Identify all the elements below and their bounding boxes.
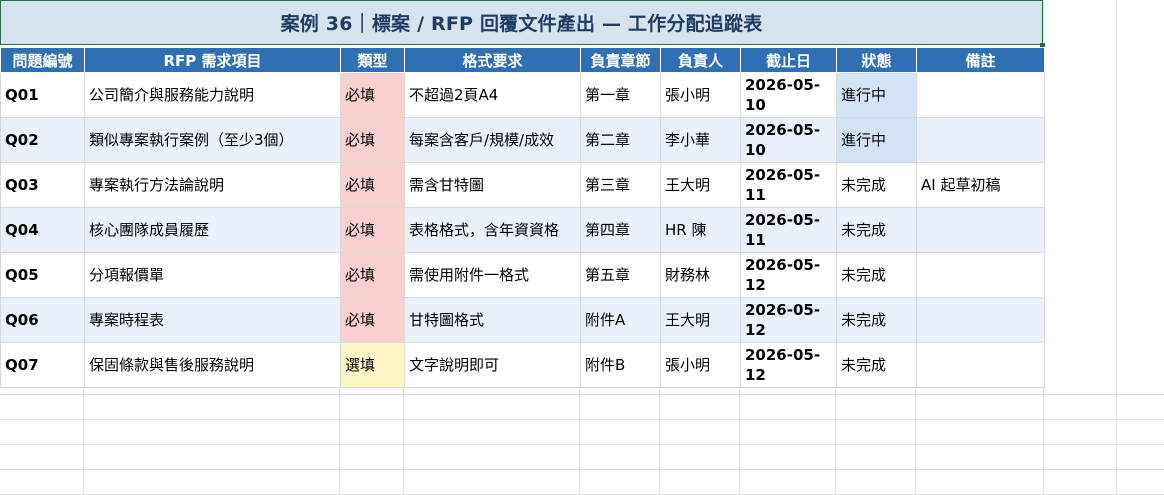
cell-format[interactable]: 每案含客戶/規模/成效 — [404, 117, 581, 163]
table-row: Q03 專案執行方法論說明 必填 需含甘特圖 第三章 王大明 2026-05-1… — [0, 162, 1045, 208]
cell-status[interactable]: 未完成 — [836, 252, 917, 298]
cell-id[interactable]: Q05 — [0, 252, 85, 298]
cell-type[interactable]: 必填 — [340, 162, 405, 208]
grid-line — [0, 444, 1164, 445]
cell-type[interactable]: 必填 — [340, 117, 405, 163]
cell-item[interactable]: 專案時程表 — [84, 297, 341, 343]
table-row: Q06 專案時程表 必填 甘特圖格式 附件A 王大明 2026-05-12 未完… — [0, 297, 1045, 343]
cell-item[interactable]: 保固條款與售後服務說明 — [84, 342, 341, 388]
cell-due[interactable]: 2026-05-10 — [740, 117, 837, 163]
cell-format[interactable]: 需含甘特圖 — [404, 162, 581, 208]
cell-type[interactable]: 選填 — [340, 342, 405, 388]
header-due[interactable]: 截止日 — [740, 47, 837, 73]
cell-chapter[interactable]: 附件B — [580, 342, 661, 388]
cell-owner[interactable]: 李小華 — [660, 117, 741, 163]
grid-line — [1116, 0, 1117, 495]
cell-id[interactable]: Q06 — [0, 297, 85, 343]
header-note[interactable]: 備註 — [916, 47, 1045, 73]
cell-status[interactable]: 進行中 — [836, 72, 917, 118]
grid-line — [0, 419, 1164, 420]
cell-format[interactable]: 表格格式，含年資資格 — [404, 207, 581, 253]
table-row: Q04 核心團隊成員履歷 必填 表格格式，含年資資格 第四章 HR 陳 2026… — [0, 207, 1045, 253]
cell-item[interactable]: 類似專案執行案例（至少3個） — [84, 117, 341, 163]
cell-note[interactable] — [916, 252, 1045, 298]
cell-chapter[interactable]: 附件A — [580, 297, 661, 343]
cell-item[interactable]: 分項報價單 — [84, 252, 341, 298]
table-row: Q05 分項報價單 必填 需使用附件一格式 第五章 財務林 2026-05-12… — [0, 252, 1045, 298]
cell-due[interactable]: 2026-05-10 — [740, 72, 837, 118]
cell-note[interactable] — [916, 207, 1045, 253]
cell-note[interactable] — [916, 72, 1045, 118]
cell-chapter[interactable]: 第三章 — [580, 162, 661, 208]
cell-type[interactable]: 必填 — [340, 207, 405, 253]
cell-type[interactable]: 必填 — [340, 297, 405, 343]
spreadsheet: 案例 36｜標案 / RFP 回覆文件產出 — 工作分配追蹤表 問題編號 RFP… — [0, 0, 1164, 495]
cell-note[interactable] — [916, 117, 1045, 163]
cell-owner[interactable]: 王大明 — [660, 162, 741, 208]
cell-item[interactable]: 專案執行方法論說明 — [84, 162, 341, 208]
cell-due[interactable]: 2026-05-12 — [740, 252, 837, 298]
grid-line — [0, 394, 1164, 395]
cell-chapter[interactable]: 第四章 — [580, 207, 661, 253]
cell-chapter[interactable]: 第五章 — [580, 252, 661, 298]
header-id[interactable]: 問題編號 — [0, 47, 85, 73]
table-row: Q02 類似專案執行案例（至少3個） 必填 每案含客戶/規模/成效 第二章 李小… — [0, 117, 1045, 163]
header-chapter[interactable]: 負責章節 — [580, 47, 661, 73]
cell-owner[interactable]: HR 陳 — [660, 207, 741, 253]
header-format[interactable]: 格式要求 — [404, 47, 581, 73]
header-item[interactable]: RFP 需求項目 — [84, 47, 341, 73]
cell-note[interactable] — [916, 297, 1045, 343]
cell-id[interactable]: Q04 — [0, 207, 85, 253]
header-status[interactable]: 狀態 — [836, 47, 917, 73]
header-type[interactable]: 類型 — [340, 47, 405, 73]
cell-id[interactable]: Q01 — [0, 72, 85, 118]
cell-item[interactable]: 公司簡介與服務能力說明 — [84, 72, 341, 118]
cell-format[interactable]: 需使用附件一格式 — [404, 252, 581, 298]
cell-due[interactable]: 2026-05-12 — [740, 342, 837, 388]
cell-format[interactable]: 文字說明即可 — [404, 342, 581, 388]
cell-status[interactable]: 未完成 — [836, 162, 917, 208]
cell-owner[interactable]: 張小明 — [660, 342, 741, 388]
cell-due[interactable]: 2026-05-11 — [740, 207, 837, 253]
table-row: Q01 公司簡介與服務能力說明 必填 不超過2頁A4 第一章 張小明 2026-… — [0, 72, 1045, 118]
cell-owner[interactable]: 張小明 — [660, 72, 741, 118]
cell-chapter[interactable]: 第二章 — [580, 117, 661, 163]
cell-chapter[interactable]: 第一章 — [580, 72, 661, 118]
cell-id[interactable]: Q07 — [0, 342, 85, 388]
cell-note[interactable] — [916, 342, 1045, 388]
cell-owner[interactable]: 王大明 — [660, 297, 741, 343]
cell-status[interactable]: 進行中 — [836, 117, 917, 163]
cell-status[interactable]: 未完成 — [836, 297, 917, 343]
cell-id[interactable]: Q02 — [0, 117, 85, 163]
cell-due[interactable]: 2026-05-12 — [740, 297, 837, 343]
cell-format[interactable]: 甘特圖格式 — [404, 297, 581, 343]
cell-item[interactable]: 核心團隊成員履歷 — [84, 207, 341, 253]
cell-due[interactable]: 2026-05-11 — [740, 162, 837, 208]
cell-format[interactable]: 不超過2頁A4 — [404, 72, 581, 118]
sheet-title-cell[interactable]: 案例 36｜標案 / RFP 回覆文件產出 — 工作分配追蹤表 — [0, 0, 1043, 45]
cell-status[interactable]: 未完成 — [836, 207, 917, 253]
cell-type[interactable]: 必填 — [340, 72, 405, 118]
header-row: 問題編號 RFP 需求項目 類型 格式要求 負責章節 負責人 截止日 狀態 備註 — [0, 47, 1045, 73]
cell-owner[interactable]: 財務林 — [660, 252, 741, 298]
cell-id[interactable]: Q03 — [0, 162, 85, 208]
grid-line — [0, 469, 1164, 470]
table-row: Q07 保固條款與售後服務說明 選填 文字說明即可 附件B 張小明 2026-0… — [0, 342, 1045, 388]
cell-note[interactable]: AI 起草初稿 — [916, 162, 1045, 208]
cell-status[interactable]: 未完成 — [836, 342, 917, 388]
tracking-table: 問題編號 RFP 需求項目 類型 格式要求 負責章節 負責人 截止日 狀態 備註… — [0, 47, 1045, 388]
header-owner[interactable]: 負責人 — [660, 47, 741, 73]
cell-type[interactable]: 必填 — [340, 252, 405, 298]
